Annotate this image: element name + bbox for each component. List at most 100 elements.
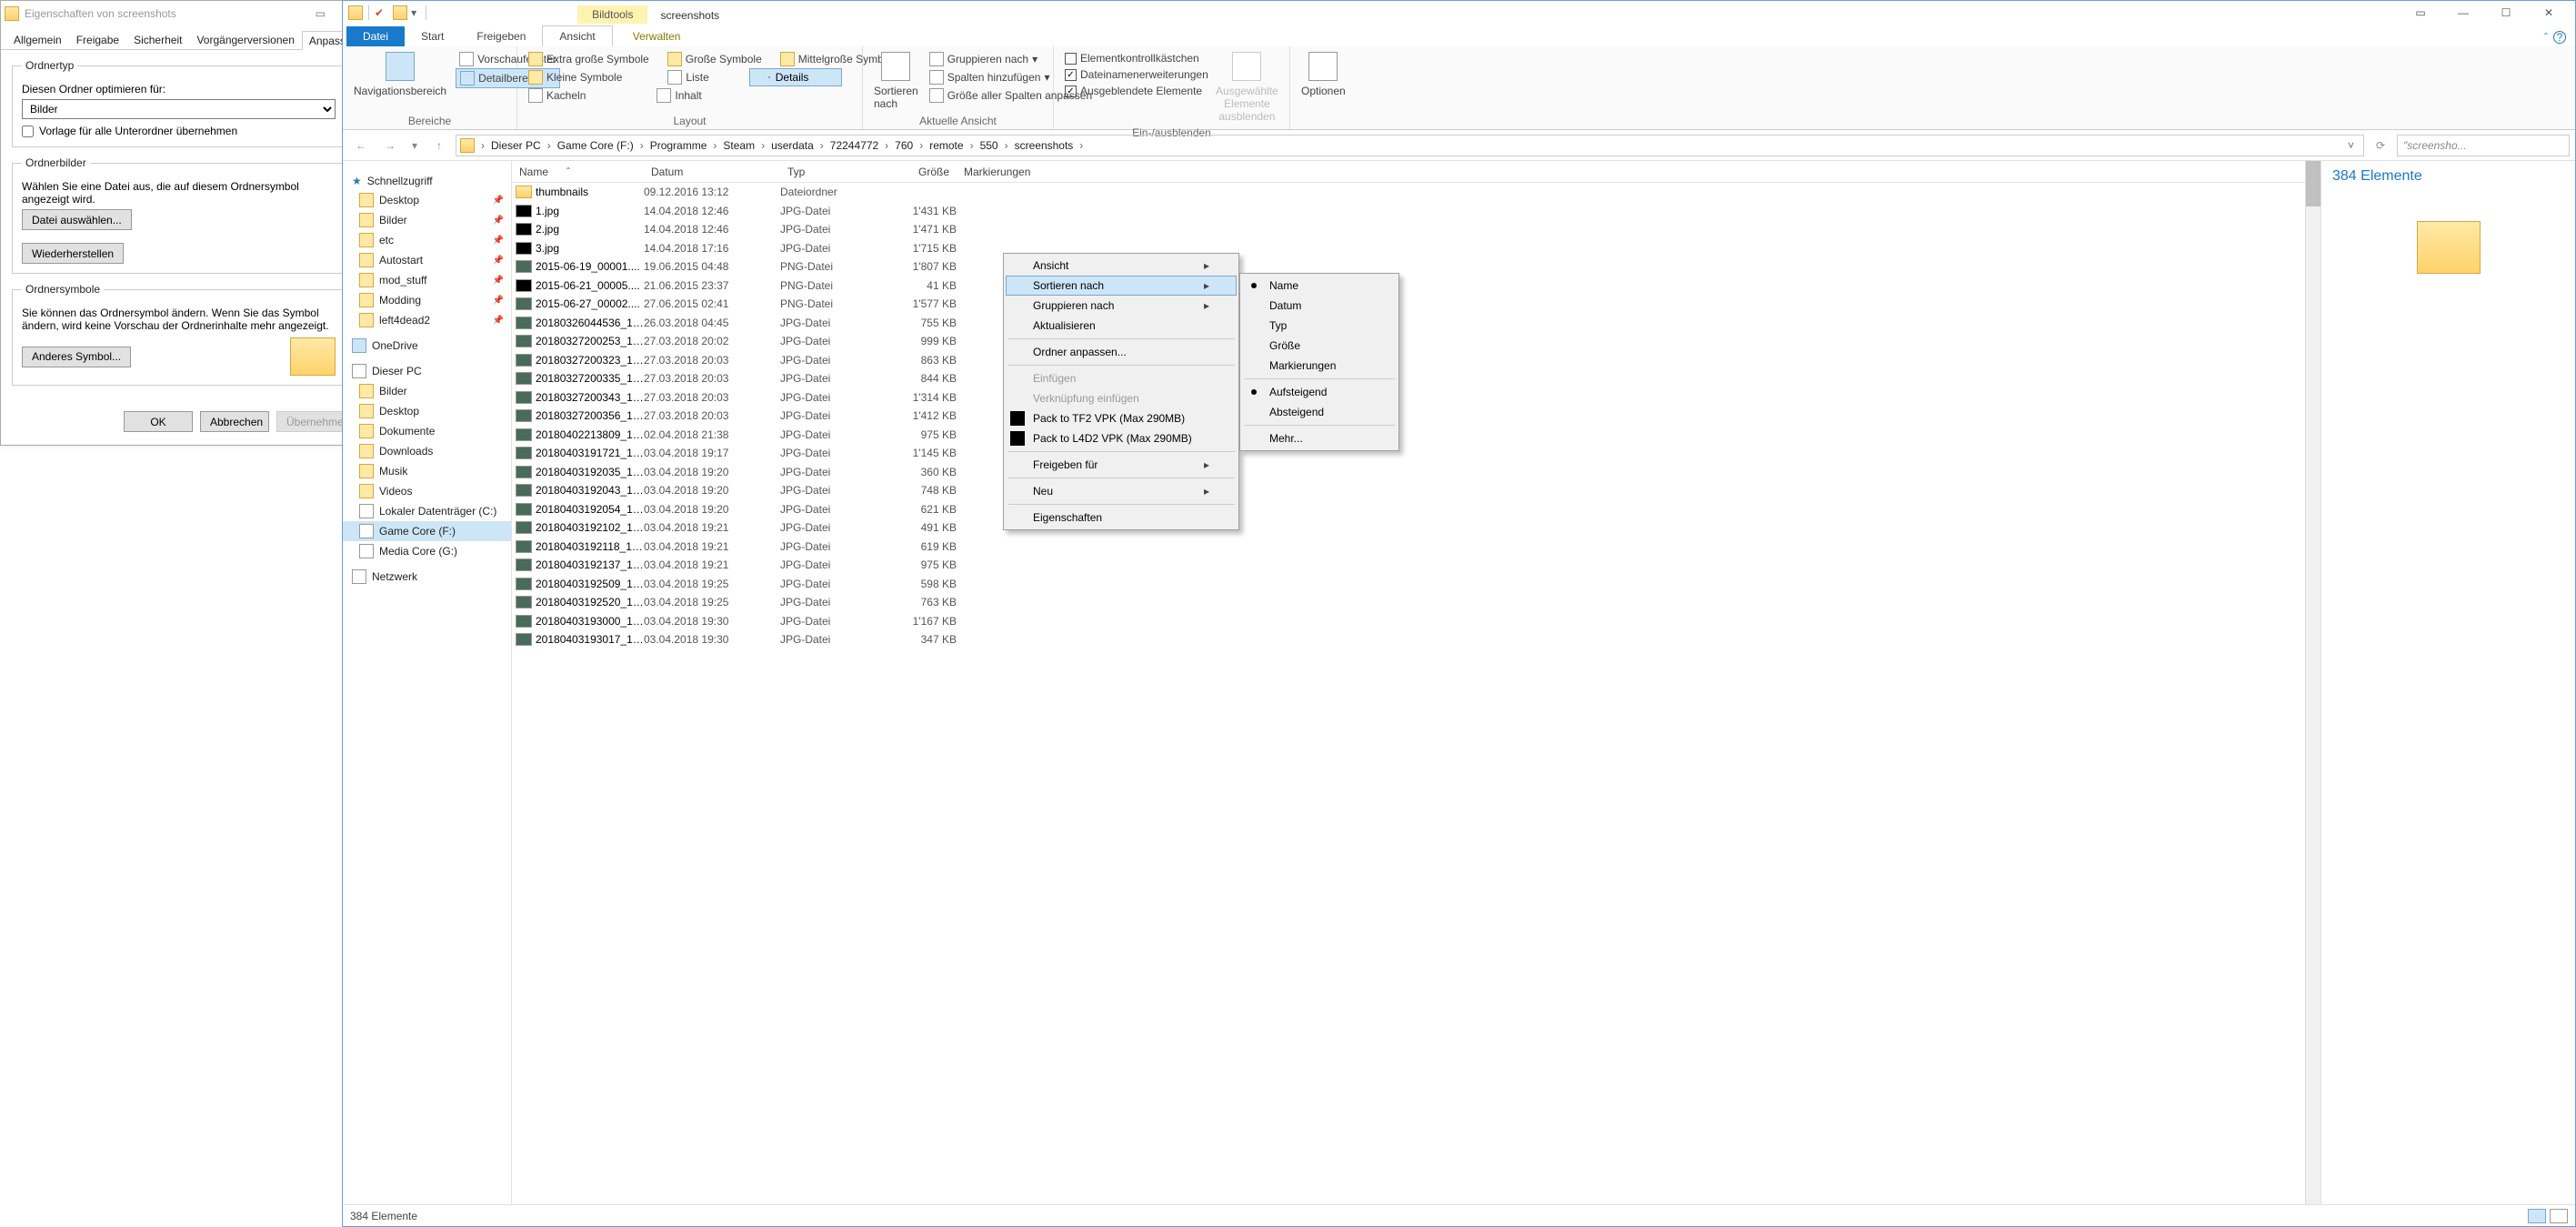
maximize-icon[interactable]: ☐ — [2485, 1, 2527, 25]
breadcrumb[interactable]: › Dieser PC›Game Core (F:)›Programme›Ste… — [456, 135, 2364, 156]
options-button[interactable]: Optionen — [1298, 50, 1349, 99]
tab-datei[interactable]: Datei — [346, 26, 405, 46]
ctx-paste[interactable]: Einfügen — [1006, 368, 1237, 388]
file-row[interactable]: 20180327200356_1.j...27.03.2018 20:03JPG… — [512, 407, 2305, 426]
sort-descending[interactable]: Absteigend — [1242, 402, 1397, 422]
breadcrumb-segment[interactable]: remote — [926, 139, 967, 152]
ctx-group-by[interactable]: Gruppieren nach▸ — [1006, 296, 1237, 316]
tool-tab[interactable]: Bildtools — [577, 5, 647, 24]
nav-item[interactable]: left4dead2📌 — [343, 310, 511, 330]
file-row[interactable]: 20180403192043_1.j...03.04.2018 19:20JPG… — [512, 481, 2305, 500]
history-dropdown[interactable]: ▾ — [406, 135, 423, 156]
navigation-pane[interactable]: ★Schnellzugriff Desktop📌Bilder📌etc📌Autos… — [343, 161, 512, 1204]
sort-size[interactable]: Größe — [1242, 336, 1397, 356]
file-row[interactable]: 20180327200343_1.j...27.03.2018 20:03JPG… — [512, 388, 2305, 407]
tab-allgemein[interactable]: Allgemein — [6, 30, 69, 49]
breadcrumb-segment[interactable]: 550 — [977, 139, 1002, 152]
breadcrumb-segment[interactable]: Steam — [719, 139, 758, 152]
layout-large[interactable]: Große Symbole — [664, 50, 766, 68]
file-row[interactable]: 20180403192137_1.j...03.04.2018 19:21JPG… — [512, 556, 2305, 575]
ctx-pack-l4d2[interactable]: Pack to L4D2 VPK (Max 290MB) — [1006, 428, 1237, 448]
nav-this-pc[interactable]: Dieser PC — [343, 361, 511, 381]
file-row[interactable]: 2015-06-21_00005....21.06.2015 23:37PNG-… — [512, 277, 2305, 296]
ctx-pack-tf2[interactable]: Pack to TF2 VPK (Max 290MB) — [1006, 408, 1237, 428]
file-row[interactable]: 1.jpg14.04.2018 12:46JPG-Datei1'431 KB — [512, 202, 2305, 221]
chevron-icon[interactable]: › — [710, 139, 719, 152]
breadcrumb-segment[interactable]: Programme — [647, 139, 711, 152]
choose-file-button[interactable]: Datei auswählen... — [22, 209, 132, 230]
nav-network[interactable]: Netzwerk — [343, 567, 511, 587]
breadcrumb-segment[interactable]: userdata — [767, 139, 817, 152]
chevron-icon[interactable]: › — [882, 139, 891, 152]
nav-item[interactable]: Dokumente — [343, 421, 511, 441]
app-icon[interactable] — [348, 5, 363, 20]
chevron-icon[interactable]: › — [1002, 139, 1011, 152]
back-button[interactable]: ← — [348, 135, 374, 156]
minimize-icon[interactable]: — — [2442, 1, 2484, 25]
file-list[interactable]: thumbnails09.12.2016 13:12Dateiordner1.j… — [512, 183, 2305, 1204]
other-icon-button[interactable]: Anderes Symbol... — [22, 347, 131, 367]
nav-item[interactable]: Bilder📌 — [343, 210, 511, 230]
nav-onedrive[interactable]: OneDrive — [343, 336, 511, 356]
nav-panel-button[interactable]: Navigationsbereich — [350, 50, 450, 99]
qat-dropdown-icon[interactable]: ▾ — [407, 6, 420, 19]
qat-folder-icon[interactable] — [393, 5, 407, 20]
tab-versions[interactable]: Vorgängerversionen — [189, 30, 301, 49]
folder-type-select[interactable]: Bilder — [22, 99, 336, 119]
breadcrumb-segment[interactable]: Game Core (F:) — [554, 139, 637, 152]
file-row[interactable]: 20180327200253_1.j...27.03.2018 20:02JPG… — [512, 332, 2305, 351]
chevron-icon[interactable]: › — [545, 139, 554, 152]
hide-selected-button[interactable]: Ausgewählte Elemente ausblenden — [1212, 50, 1282, 125]
file-row[interactable]: 20180403193017_1.j...03.04.2018 19:30JPG… — [512, 630, 2305, 649]
forward-button[interactable]: → — [377, 135, 403, 156]
sort-ascending[interactable]: Aufsteigend — [1242, 382, 1397, 402]
tab-verwalten[interactable]: Verwalten — [616, 26, 697, 46]
nav-item[interactable]: Desktop📌 — [343, 190, 511, 210]
sort-more[interactable]: Mehr... — [1242, 428, 1397, 448]
file-row[interactable]: 20180403191721_1.j...03.04.2018 19:17JPG… — [512, 444, 2305, 463]
sort-tags[interactable]: Markierungen — [1242, 356, 1397, 376]
ctx-paste-link[interactable]: Verknüpfung einfügen — [1006, 388, 1237, 408]
sort-type[interactable]: Typ — [1242, 316, 1397, 336]
ctx-customize-folder[interactable]: Ordner anpassen... — [1006, 342, 1237, 362]
layout-content[interactable]: Inhalt — [653, 86, 705, 105]
refresh-button[interactable]: ⟳ — [2368, 135, 2393, 156]
file-row[interactable]: 3.jpg14.04.2018 17:16JPG-Datei1'715 KB — [512, 239, 2305, 258]
chk-extensions[interactable]: Dateinamenerweiterungen — [1061, 66, 1212, 83]
layout-small[interactable]: Kleine Symbole — [525, 68, 626, 86]
ribbon-collapse[interactable]: ˆ ? — [2535, 28, 2575, 46]
sort-by-button[interactable]: Sortieren nach — [870, 50, 922, 112]
breadcrumb-segment[interactable]: screenshots — [1011, 139, 1078, 152]
column-headers[interactable]: Nameˆ Datum Typ Größe Markierungen — [512, 161, 2305, 183]
nav-item[interactable]: Autostart📌 — [343, 250, 511, 270]
file-row[interactable]: 20180403192520_1.j...03.04.2018 19:25JPG… — [512, 593, 2305, 612]
nav-item[interactable]: Game Core (F:) — [343, 521, 511, 541]
file-row[interactable]: 20180403192054_1.j...03.04.2018 19:20JPG… — [512, 500, 2305, 519]
close-icon[interactable]: ✕ — [2528, 1, 2570, 25]
file-row[interactable]: 20180402213809_1.j...02.04.2018 21:38JPG… — [512, 426, 2305, 445]
tab-overflow-icon[interactable]: ▭ — [2400, 1, 2441, 25]
nav-item[interactable]: Modding📌 — [343, 290, 511, 310]
tab-freigeben[interactable]: Freigeben — [460, 26, 542, 46]
nav-item[interactable]: Bilder — [343, 381, 511, 401]
file-row[interactable]: 20180403192035_1.j...03.04.2018 19:20JPG… — [512, 463, 2305, 482]
ctx-share[interactable]: Freigeben für▸ — [1006, 455, 1237, 475]
file-row[interactable]: thumbnails09.12.2016 13:12Dateiordner — [512, 183, 2305, 202]
file-row[interactable]: 20180403192509_1.j...03.04.2018 19:25JPG… — [512, 575, 2305, 594]
apply-button[interactable]: Übernehmen — [276, 411, 346, 432]
chevron-icon[interactable]: › — [1077, 139, 1086, 152]
scrollbar[interactable] — [2305, 161, 2320, 1204]
nav-item[interactable]: mod_stuff📌 — [343, 270, 511, 290]
chk-item-checkboxes[interactable]: Elementkontrollkästchen — [1061, 50, 1212, 66]
tab-sicherheit[interactable]: Sicherheit — [126, 30, 189, 49]
layout-xlarge[interactable]: Extra große Symbole — [525, 50, 653, 68]
file-row[interactable]: 20180327200323_1.j...27.03.2018 20:03JPG… — [512, 351, 2305, 370]
help-icon[interactable]: ▭ — [316, 7, 326, 20]
breadcrumb-segment[interactable]: Dieser PC — [487, 139, 545, 152]
chevron-icon[interactable]: › — [967, 139, 977, 152]
tab-ansicht[interactable]: Ansicht — [542, 25, 612, 46]
cancel-button[interactable]: Abbrechen — [200, 411, 269, 432]
file-row[interactable]: 2015-06-19_00001....19.06.2015 04:48PNG-… — [512, 257, 2305, 277]
nav-item[interactable]: Desktop — [343, 401, 511, 421]
layout-list[interactable]: Liste — [664, 68, 712, 86]
